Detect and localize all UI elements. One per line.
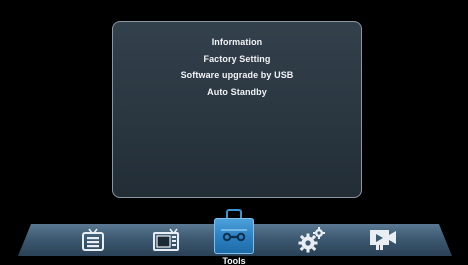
tv-screen-icon[interactable]: [150, 224, 182, 256]
menu-item-factory-setting[interactable]: Factory Setting: [113, 51, 361, 67]
selected-tab-label: Tools: [222, 256, 246, 265]
media-player-icon[interactable]: [366, 224, 400, 256]
menu-item-information[interactable]: Information: [113, 34, 361, 50]
toolbox-icon[interactable]: [214, 220, 254, 252]
gears-icon[interactable]: [294, 224, 328, 256]
menu-item-software-upgrade-usb[interactable]: Software upgrade by USB: [113, 67, 361, 83]
tv-list-icon[interactable]: [78, 224, 108, 256]
tools-menu-panel: Information Factory Setting Software upg…: [112, 21, 362, 198]
tv-menu-screen: Information Factory Setting Software upg…: [0, 0, 468, 265]
tools-menu-list: Information Factory Setting Software upg…: [113, 34, 361, 100]
menu-item-auto-standby[interactable]: Auto Standby: [113, 84, 361, 100]
bottom-nav-bar: Tools: [0, 209, 468, 265]
